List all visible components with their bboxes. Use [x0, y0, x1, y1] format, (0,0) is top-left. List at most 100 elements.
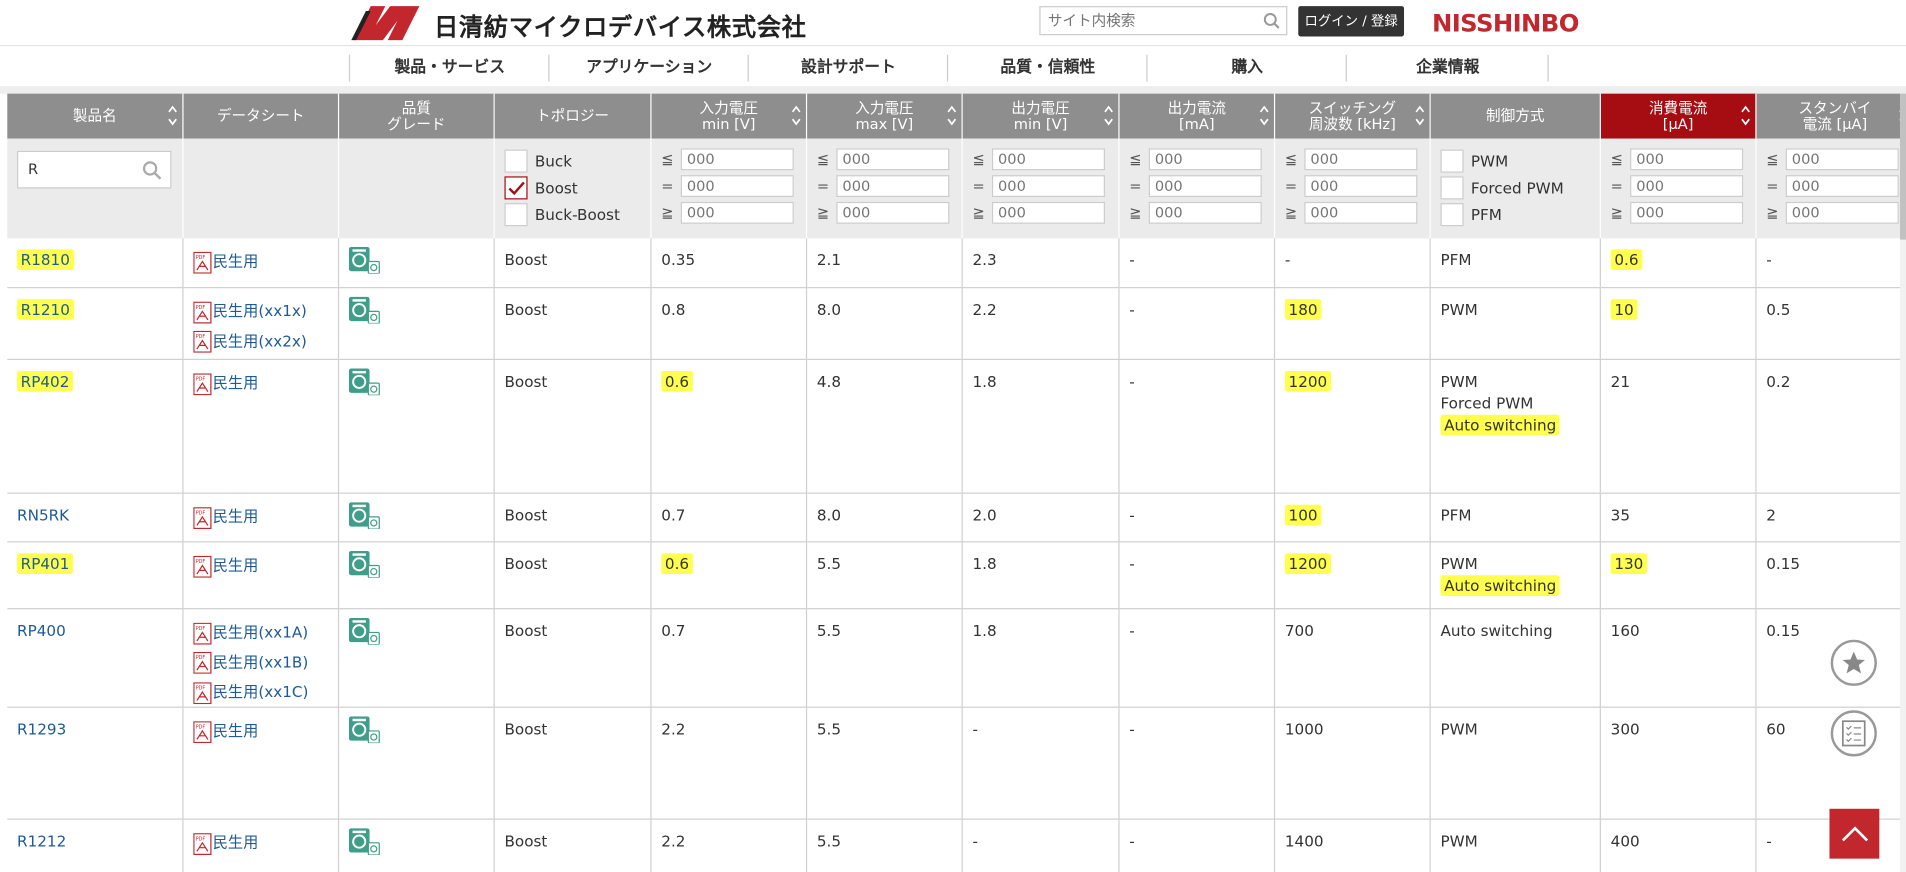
- nav-quality[interactable]: 品質・信頼性: [946, 54, 1148, 82]
- datasheet-link[interactable]: 民生用: [213, 833, 259, 851]
- compare-list-button[interactable]: [1830, 710, 1877, 757]
- product-search-box[interactable]: [17, 150, 172, 189]
- product-link[interactable]: RP402: [17, 370, 74, 392]
- topology-checkbox[interactable]: [504, 148, 528, 173]
- datasheet-item[interactable]: PDF 民生用(xx1B): [193, 649, 328, 674]
- product-link[interactable]: R1210: [17, 299, 74, 320]
- datasheet-link[interactable]: 民生用(xx2x): [213, 331, 307, 349]
- cell-datasheet[interactable]: PDF 民生用: [183, 493, 340, 543]
- column-header-supply-current[interactable]: 消費電流 [μA]: [1600, 93, 1757, 139]
- sort-icon[interactable]: [1104, 103, 1114, 127]
- datasheet-link[interactable]: 民生用(xx1A): [213, 623, 309, 641]
- column-header-standby-current[interactable]: スタンバイ 電流 [μA]: [1756, 93, 1906, 139]
- vertical-scrollbar[interactable]: [1899, 93, 1906, 872]
- control-checkbox[interactable]: [1440, 148, 1464, 173]
- control-checkbox[interactable]: [1440, 175, 1464, 199]
- sort-icon[interactable]: [791, 103, 801, 127]
- range-filter-input[interactable]: [836, 148, 950, 171]
- pdf-icon[interactable]: PDF: [193, 651, 212, 674]
- datasheet-item[interactable]: PDF 民生用(xx1A): [193, 619, 328, 644]
- column-header-vin-min[interactable]: 入力電圧 min [V]: [651, 93, 808, 139]
- cell-product-name[interactable]: R1293: [7, 707, 184, 820]
- pdf-icon[interactable]: PDF: [193, 681, 212, 704]
- sort-icon[interactable]: [1741, 103, 1751, 127]
- nav-design-support[interactable]: 設計サポート: [747, 54, 949, 82]
- column-header-iout[interactable]: 出力電流 [mA]: [1119, 93, 1276, 139]
- range-filter-input[interactable]: [680, 148, 794, 171]
- datasheet-item[interactable]: PDF 民生用: [193, 370, 328, 395]
- datasheet-item[interactable]: PDF 民生用(xx1x): [193, 298, 328, 323]
- pdf-icon[interactable]: PDF: [193, 622, 212, 644]
- cell-product-name[interactable]: RP400: [7, 609, 184, 708]
- sort-icon[interactable]: [947, 103, 957, 127]
- nav-applications[interactable]: アプリケーション: [548, 54, 749, 82]
- site-search-input[interactable]: [1047, 9, 1255, 32]
- cell-datasheet[interactable]: PDF 民生用: [183, 707, 340, 820]
- pdf-icon[interactable]: PDF: [193, 720, 212, 743]
- product-link[interactable]: R1212: [17, 832, 66, 850]
- datasheet-link[interactable]: 民生用(xx1x): [213, 302, 307, 320]
- column-header-switching-freq[interactable]: スイッチング 周波数 [kHz]: [1275, 93, 1431, 139]
- product-link[interactable]: RN5RK: [17, 506, 69, 524]
- datasheet-link[interactable]: 民生用: [213, 373, 259, 391]
- pdf-icon[interactable]: PDF: [193, 832, 212, 855]
- datasheet-item[interactable]: PDF 民生用: [193, 718, 328, 743]
- range-filter-input[interactable]: [1148, 148, 1262, 171]
- cell-datasheet[interactable]: PDF 民生用: [183, 238, 340, 289]
- cell-product-name[interactable]: R1810: [7, 238, 184, 289]
- favorite-button[interactable]: [1830, 639, 1877, 686]
- range-filter-input[interactable]: [1785, 175, 1899, 198]
- range-filter-input[interactable]: [1148, 201, 1262, 224]
- range-filter-input[interactable]: [680, 201, 794, 224]
- topology-checkbox[interactable]: [504, 202, 528, 226]
- datasheet-item[interactable]: PDF 民生用: [193, 829, 328, 855]
- site-search-box[interactable]: [1039, 6, 1288, 36]
- range-filter-input[interactable]: [1630, 148, 1744, 171]
- datasheet-link[interactable]: 民生用: [213, 507, 259, 525]
- range-filter-input[interactable]: [1785, 201, 1899, 224]
- nav-products[interactable]: 製品・サービス: [348, 54, 550, 82]
- control-filter-option[interactable]: PWM: [1440, 147, 1508, 174]
- range-filter-input[interactable]: [836, 175, 950, 198]
- company-logo-icon[interactable]: [349, 4, 422, 43]
- range-filter-input[interactable]: [991, 201, 1105, 224]
- datasheet-item[interactable]: PDF 民生用(xx2x): [193, 328, 328, 353]
- sort-icon[interactable]: [1415, 103, 1425, 127]
- cell-datasheet[interactable]: PDF 民生用(xx1A) PDF 民生用(xx1B) PDF 民生用(xx1C): [183, 609, 340, 708]
- range-filter-input[interactable]: [836, 201, 950, 224]
- cell-product-name[interactable]: RP402: [7, 359, 184, 494]
- column-header-vout-min[interactable]: 出力電圧 min [V]: [962, 93, 1120, 139]
- range-filter-input[interactable]: [1630, 201, 1744, 224]
- search-icon[interactable]: [142, 161, 162, 180]
- product-link[interactable]: R1293: [17, 720, 66, 738]
- product-search-input[interactable]: [27, 160, 138, 178]
- topology-filter-option[interactable]: Buck-Boost: [504, 201, 620, 228]
- pdf-icon[interactable]: PDF: [193, 251, 212, 274]
- sort-icon[interactable]: [168, 103, 178, 127]
- datasheet-link[interactable]: 民生用: [213, 252, 259, 270]
- range-filter-input[interactable]: [1304, 175, 1418, 198]
- product-link[interactable]: R1810: [17, 249, 74, 270]
- cell-product-name[interactable]: R1210: [7, 288, 184, 360]
- column-header-product-name[interactable]: 製品名: [7, 93, 184, 139]
- pdf-icon[interactable]: PDF: [193, 555, 212, 578]
- datasheet-item[interactable]: PDF 民生用: [193, 504, 328, 529]
- search-icon[interactable]: [1263, 12, 1280, 29]
- datasheet-link[interactable]: 民生用(xx1B): [213, 652, 309, 670]
- datasheet-item[interactable]: PDF 民生用: [193, 248, 328, 274]
- datasheet-item[interactable]: PDF 民生用: [193, 552, 328, 578]
- pdf-icon[interactable]: PDF: [193, 506, 212, 529]
- cell-datasheet[interactable]: PDF 民生用(xx1x) PDF 民生用(xx2x): [183, 288, 340, 360]
- pdf-icon[interactable]: PDF: [193, 330, 212, 353]
- control-filter-option[interactable]: Forced PWM: [1440, 174, 1564, 201]
- pdf-icon[interactable]: PDF: [193, 301, 212, 323]
- back-to-top-button[interactable]: [1829, 808, 1880, 859]
- topology-checkbox[interactable]: [504, 175, 528, 199]
- nav-company[interactable]: 企業情報: [1345, 54, 1549, 82]
- cell-datasheet[interactable]: PDF 民生用: [183, 542, 340, 610]
- range-filter-input[interactable]: [1304, 201, 1418, 224]
- column-header-vin-max[interactable]: 入力電圧 max [V]: [807, 93, 963, 139]
- range-filter-input[interactable]: [1148, 175, 1262, 198]
- range-filter-input[interactable]: [991, 175, 1105, 198]
- cell-product-name[interactable]: R1212: [7, 819, 184, 872]
